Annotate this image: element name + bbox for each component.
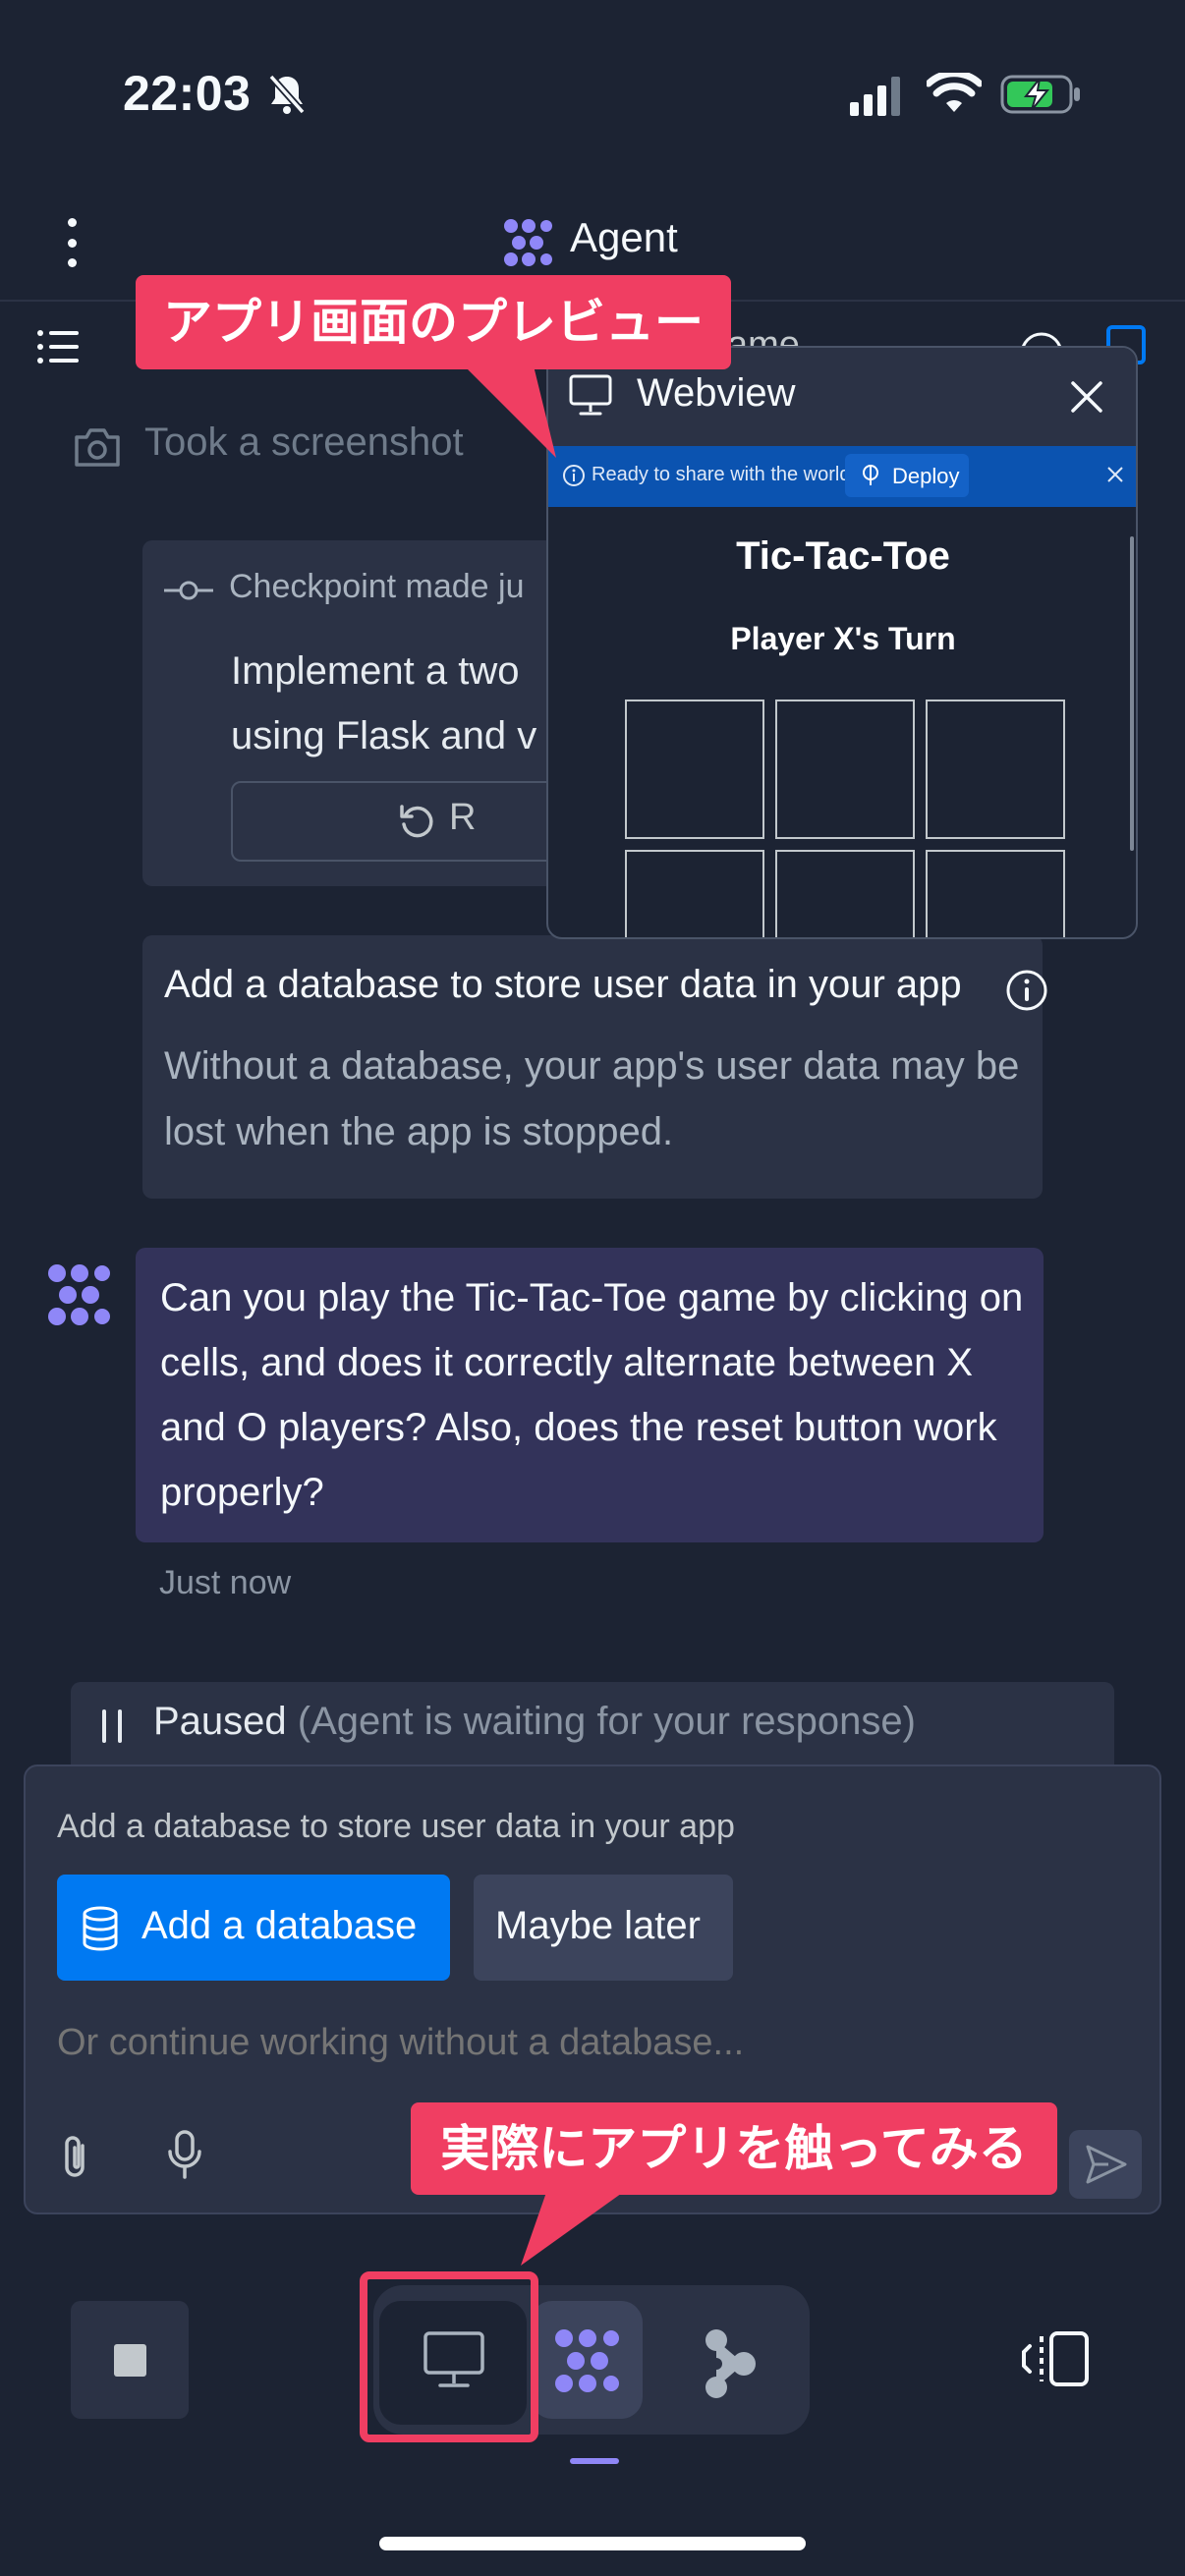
camera-icon [73, 425, 122, 474]
board-cell[interactable] [775, 850, 915, 937]
highlight-annotation [360, 2271, 538, 2442]
paperclip-icon[interactable] [57, 2134, 96, 2186]
suggestion-title: Add a database to store user data in you… [164, 963, 962, 1006]
active-tab-indicator [570, 2458, 619, 2464]
game-title: Tic-Tac-Toe [736, 534, 950, 578]
rollback-button[interactable]: R [231, 781, 555, 862]
wifi-icon [925, 70, 984, 121]
agent-logo-icon [554, 2328, 621, 2398]
webview-preview-panel[interactable]: Webview Ready to share with the world? D… [546, 346, 1138, 939]
checkpoint-description: Implement a two using Flask and v [231, 639, 536, 768]
deploy-button[interactable]: Deploy [845, 454, 969, 497]
rollback-icon [398, 803, 435, 845]
paused-label: Paused (Agent is waiting for your respon… [153, 1700, 916, 1744]
turn-indicator: Player X's Turn [730, 621, 956, 656]
tool-action-label: Took a screenshot [144, 420, 464, 464]
panel-title: Add a database to store user data in you… [57, 1808, 735, 1845]
banner-text: Ready to share with the world? [592, 464, 862, 485]
checkpoint-card: Checkpoint made ju Implement a two using… [142, 540, 555, 886]
stop-icon [114, 2344, 146, 2377]
send-icon [1085, 2144, 1128, 2190]
callout-tail [521, 2181, 639, 2274]
deploy-label: Deploy [892, 464, 960, 488]
board-cell[interactable] [926, 850, 1065, 937]
add-database-label: Add a database [141, 1904, 418, 1947]
close-icon[interactable] [1065, 375, 1108, 423]
board-cell[interactable] [625, 850, 764, 937]
webview-title: Webview [637, 371, 796, 415]
agent-message-bubble: Can you play the Tic-Tac-Toe game by cli… [136, 1248, 1044, 1542]
database-suggestion-card: Add a database to store user data in you… [142, 935, 1047, 1199]
paused-reason: (Agent is waiting for your response) [297, 1700, 916, 1743]
maybe-later-label: Maybe later [495, 1904, 701, 1947]
agent-logo-icon [503, 218, 554, 272]
more-vertical-icon[interactable] [57, 218, 86, 267]
pause-icon [100, 1709, 126, 1748]
message-input[interactable] [57, 2008, 1128, 2077]
paused-status-bar: Paused (Agent is waiting for your respon… [71, 1682, 1114, 1770]
header-title: Agent [570, 214, 678, 260]
board-cell[interactable] [625, 700, 764, 839]
checkpoint-description-line: Implement a two [231, 649, 520, 693]
home-indicator[interactable] [379, 2537, 806, 2550]
board-cell[interactable] [775, 700, 915, 839]
signal-icon [850, 77, 905, 121]
info-icon[interactable] [1005, 969, 1048, 1017]
swap-panels-icon[interactable] [1020, 2330, 1091, 2392]
callout-preview: アプリ画面のプレビュー [136, 275, 731, 369]
agent-message-text: Can you play the Tic-Tac-Toe game by cli… [160, 1276, 1024, 1514]
database-icon [81, 1906, 120, 1956]
list-icon[interactable] [37, 329, 81, 369]
maybe-later-button[interactable]: Maybe later [474, 1875, 733, 1981]
message-timestamp: Just now [159, 1564, 292, 1601]
add-database-button[interactable]: Add a database [57, 1875, 450, 1981]
stop-button[interactable] [71, 2301, 189, 2419]
callout-try-app: 実際にアプリを触ってみる [411, 2102, 1057, 2195]
status-time: 22:03 [123, 66, 252, 121]
monitor-icon [568, 373, 613, 421]
microphone-icon[interactable] [167, 2130, 202, 2186]
battery-charging-icon [1000, 73, 1083, 121]
suggestion-description: Without a database, your app's user data… [164, 1044, 1020, 1153]
bell-slash-icon [267, 73, 307, 121]
info-icon [562, 464, 586, 492]
checkpoint-description-line: using Flask and v [231, 714, 537, 757]
rollback-label: R [449, 797, 477, 838]
send-button[interactable] [1069, 2130, 1142, 2199]
board-cell[interactable] [926, 700, 1065, 839]
deploy-icon [859, 464, 882, 492]
paused-status: Paused [153, 1700, 287, 1743]
commit-icon [164, 580, 213, 606]
callout-tail [452, 354, 560, 467]
deploy-icon[interactable] [703, 2328, 758, 2404]
checkpoint-label: Checkpoint made ju [229, 568, 525, 605]
agent-avatar-icon [47, 1263, 112, 1331]
deploy-banner: Ready to share with the world? Deploy [548, 446, 1136, 507]
tab-agent[interactable] [531, 2301, 643, 2419]
close-icon[interactable] [1104, 464, 1126, 490]
scrollbar[interactable] [1130, 536, 1134, 851]
